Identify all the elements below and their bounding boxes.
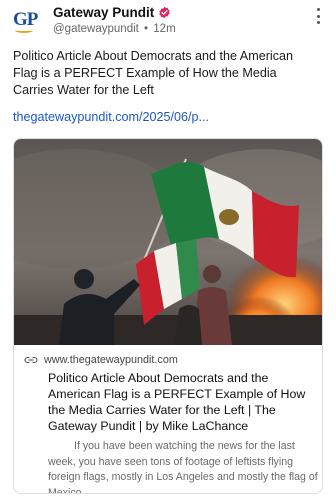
post-time[interactable]: 12m xyxy=(153,23,175,35)
post-link[interactable]: thegatewaypundit.com/2025/06/p... xyxy=(13,110,209,124)
card-link-row: www.thegatewaypundit.com xyxy=(24,353,314,367)
post-text: Politico Article About Democrats and the… xyxy=(13,49,294,97)
card-domain: www.thegatewaypundit.com xyxy=(44,354,178,366)
author-handle[interactable]: @gatewaypundit xyxy=(53,23,139,35)
protest-photo xyxy=(14,139,322,345)
logo-swoosh xyxy=(15,28,33,33)
card-title: Politico Article About Democrats and the… xyxy=(48,371,306,433)
author-name-row: Gateway Pundit xyxy=(53,4,176,21)
card-image[interactable] xyxy=(14,139,322,345)
avatar[interactable]: GP xyxy=(13,9,41,33)
author-info: Gateway Pundit @gatewaypundit • 12m xyxy=(53,4,176,35)
more-vertical-icon[interactable] xyxy=(313,6,323,26)
author-name[interactable]: Gateway Pundit xyxy=(53,5,154,20)
link-icon xyxy=(24,356,38,364)
post-header: GP Gateway Pundit @gatewaypundit • 12m xyxy=(13,4,323,38)
verified-badge-icon xyxy=(159,6,170,19)
card-body: www.thegatewaypundit.com Politico Articl… xyxy=(14,345,322,494)
card-description: If you have been watching the news for t… xyxy=(48,440,318,494)
handle-row: @gatewaypundit • 12m xyxy=(53,23,176,35)
separator-dot: • xyxy=(144,23,149,35)
link-preview-card[interactable]: www.thegatewaypundit.com Politico Articl… xyxy=(13,138,323,494)
